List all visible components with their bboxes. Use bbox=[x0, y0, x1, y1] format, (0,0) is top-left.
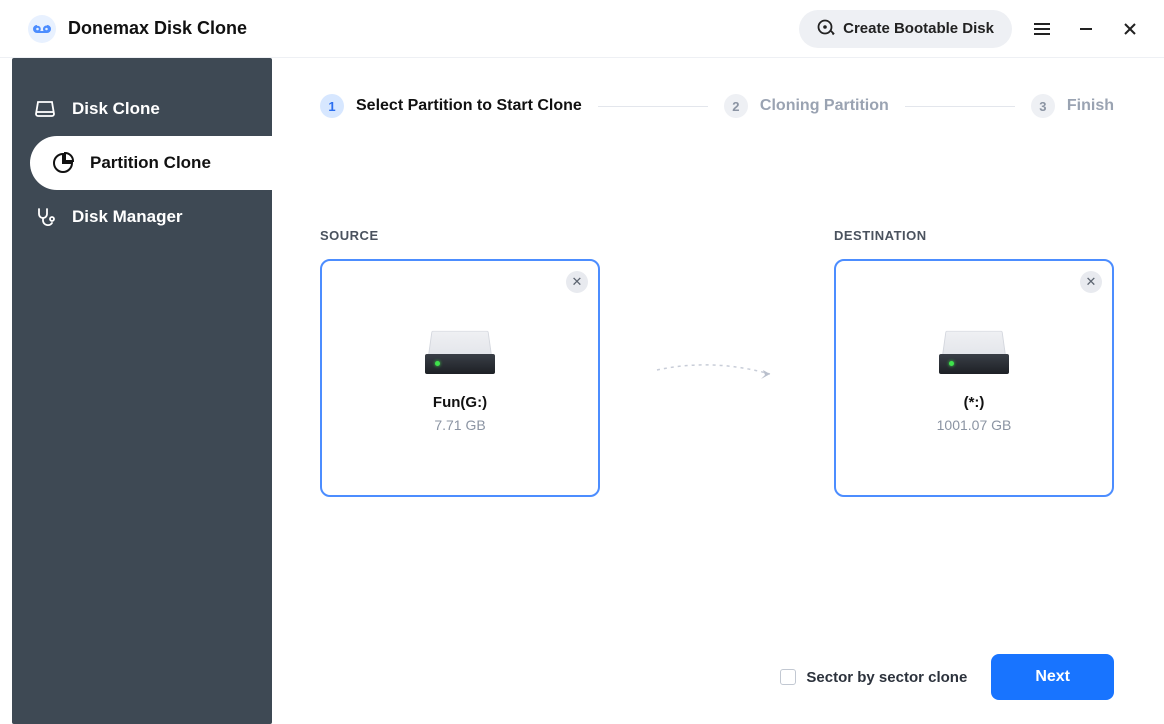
source-drive-size: 7.71 GB bbox=[434, 417, 485, 433]
arrow-icon bbox=[636, 256, 798, 494]
app-logo-wrap: Donemax Disk Clone bbox=[28, 15, 247, 43]
step-divider bbox=[598, 106, 708, 107]
sidebar: Disk Clone Partition Clone Disk Manager bbox=[12, 58, 272, 724]
create-bootable-disk-button[interactable]: Create Bootable Disk bbox=[799, 10, 1012, 48]
sidebar-item-partition-clone[interactable]: Partition Clone bbox=[30, 136, 272, 190]
stethoscope-icon bbox=[34, 206, 56, 228]
destination-card[interactable]: ✕ (*:) 1001.07 GB bbox=[834, 259, 1114, 497]
main-content: 1 Select Partition to Start Clone 2 Clon… bbox=[272, 58, 1164, 724]
step-number: 1 bbox=[320, 94, 344, 118]
step-label: Cloning Partition bbox=[760, 97, 889, 115]
menu-button[interactable] bbox=[1028, 15, 1056, 43]
sector-by-sector-checkbox[interactable]: Sector by sector clone bbox=[780, 669, 967, 686]
destination-drive-size: 1001.07 GB bbox=[937, 417, 1012, 433]
sidebar-item-label: Disk Manager bbox=[72, 207, 183, 227]
sidebar-item-disk-clone[interactable]: Disk Clone bbox=[12, 82, 272, 136]
drive-icon bbox=[939, 324, 1009, 374]
destination-title: DESTINATION bbox=[834, 228, 1114, 243]
disk-icon bbox=[34, 98, 56, 120]
step-1: 1 Select Partition to Start Clone bbox=[320, 94, 582, 118]
bootable-label: Create Bootable Disk bbox=[843, 20, 994, 37]
step-divider bbox=[905, 106, 1015, 107]
step-number: 2 bbox=[724, 94, 748, 118]
drive-icon bbox=[425, 324, 495, 374]
close-icon[interactable]: ✕ bbox=[1080, 271, 1102, 293]
source-drive-name: Fun(G:) bbox=[433, 394, 487, 411]
next-button[interactable]: Next bbox=[991, 654, 1114, 700]
step-label: Select Partition to Start Clone bbox=[356, 97, 582, 115]
destination-drive-name: (*:) bbox=[964, 394, 985, 411]
step-label: Finish bbox=[1067, 97, 1114, 115]
source-card[interactable]: ✕ Fun(G:) 7.71 GB bbox=[320, 259, 600, 497]
titlebar: Donemax Disk Clone Create Bootable Disk bbox=[0, 0, 1164, 58]
checkbox-icon bbox=[780, 669, 796, 685]
app-logo-icon bbox=[28, 15, 56, 43]
step-indicator: 1 Select Partition to Start Clone 2 Clon… bbox=[320, 94, 1114, 118]
close-icon[interactable]: ✕ bbox=[566, 271, 588, 293]
step-number: 3 bbox=[1031, 94, 1055, 118]
app-title: Donemax Disk Clone bbox=[68, 18, 247, 39]
sidebar-item-label: Disk Clone bbox=[72, 99, 160, 119]
checkbox-label: Sector by sector clone bbox=[806, 669, 967, 686]
source-title: SOURCE bbox=[320, 228, 600, 243]
step-2: 2 Cloning Partition bbox=[724, 94, 889, 118]
sidebar-item-disk-manager[interactable]: Disk Manager bbox=[12, 190, 272, 244]
minimize-button[interactable] bbox=[1072, 15, 1100, 43]
partition-icon bbox=[52, 152, 74, 174]
step-3: 3 Finish bbox=[1031, 94, 1114, 118]
sidebar-item-label: Partition Clone bbox=[90, 153, 211, 173]
disc-icon bbox=[817, 18, 835, 40]
close-button[interactable] bbox=[1116, 15, 1144, 43]
